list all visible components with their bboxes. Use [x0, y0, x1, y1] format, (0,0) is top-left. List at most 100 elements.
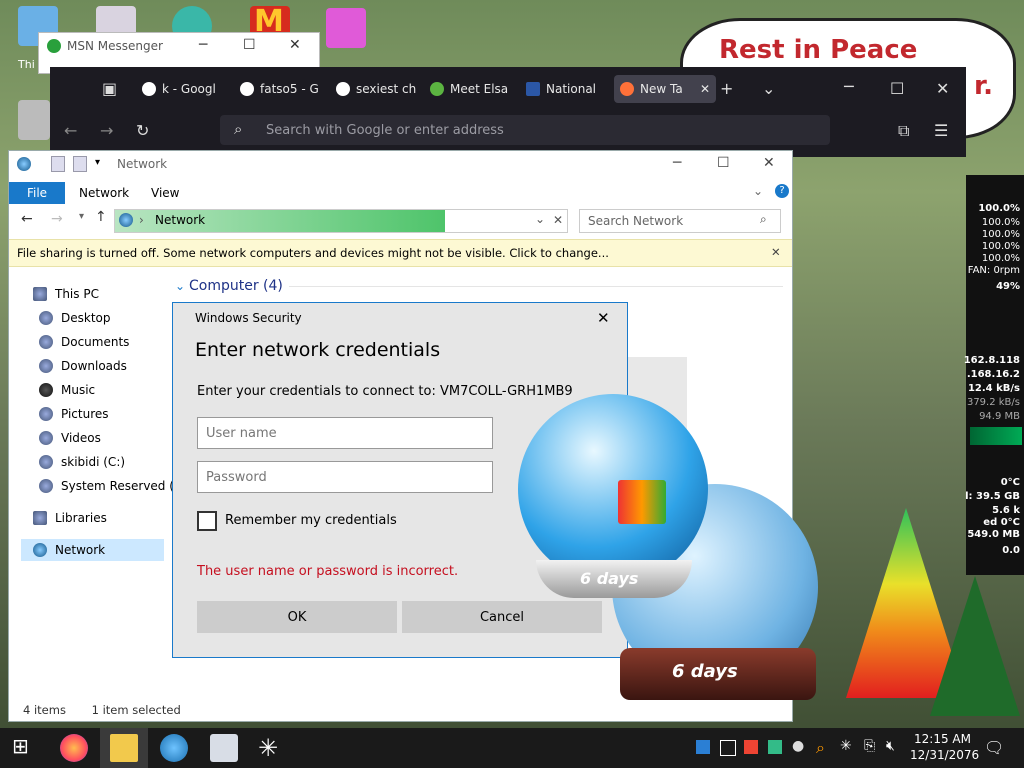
tab-3[interactable]: sexiest ch [336, 75, 416, 103]
desktop-icon-5[interactable] [326, 8, 366, 48]
quick-access-dropdown-icon[interactable]: ▾ [95, 157, 100, 168]
search-tray-icon[interactable]: ⌕ [816, 738, 825, 758]
forward-icon[interactable]: → [51, 211, 63, 227]
reload-icon[interactable]: ↻ [136, 121, 149, 140]
start-icon[interactable]: ⊞ [12, 734, 40, 762]
remember-credentials-label[interactable]: Remember my credentials [225, 513, 397, 528]
tab-4[interactable]: Meet Elsa [430, 75, 512, 103]
nav-libraries[interactable]: Libraries [33, 508, 107, 528]
gadget-value: 5.6 k [992, 505, 1020, 516]
volume-muted-icon[interactable]: 🔇︎ [886, 738, 895, 754]
search-icon: ⌕ [760, 212, 767, 226]
clear-address-icon[interactable]: ✕ [553, 213, 563, 227]
chevron-down-icon[interactable]: ⌄ [535, 212, 545, 226]
taskbar: ⊞ ✳ ● ⌕ ✳ ⎘ 🔇︎ 12:15 AM 12/31/2076 🗨︎ [0, 728, 1024, 768]
gadget-value: 0°C [1000, 477, 1020, 488]
close-button[interactable]: ✕ [936, 79, 949, 98]
videos-icon [39, 431, 53, 445]
tray-icon[interactable] [696, 740, 710, 754]
username-field[interactable]: User name [197, 417, 493, 449]
dialog-prompt: Enter your credentials to connect to: VM… [197, 384, 573, 399]
clock-time[interactable]: 12:15 AM [914, 732, 971, 746]
firefox-window[interactable]: ▣ k - Googl fatso5 - G sexiest ch Meet E… [50, 67, 966, 157]
cancel-button[interactable]: Cancel [402, 601, 602, 633]
nav-documents[interactable]: Documents [39, 332, 129, 352]
desktop-icon-6[interactable] [18, 100, 50, 140]
nav-music[interactable]: Music [39, 380, 95, 400]
password-field[interactable]: Password [197, 461, 493, 493]
chevron-down-icon[interactable]: ⌄ [762, 79, 775, 98]
gadget-value: .168.16.2 [966, 369, 1020, 380]
new-folder-icon[interactable] [73, 156, 87, 172]
close-icon[interactable]: ✕ [771, 245, 781, 259]
group-chevron-icon[interactable]: ⌄ [175, 279, 185, 293]
back-icon[interactable]: ← [64, 121, 77, 140]
nav-downloads[interactable]: Downloads [39, 356, 127, 376]
properties-icon[interactable] [51, 156, 65, 172]
help-icon[interactable]: ? [775, 184, 789, 198]
app-taskbar-icon[interactable] [210, 734, 238, 762]
maximize-button[interactable]: ☐ [890, 79, 904, 98]
up-icon[interactable]: ↑ [95, 209, 107, 225]
this-pc-icon [33, 287, 47, 301]
address-bar[interactable]: › Network ⌄ ✕ [114, 209, 568, 233]
tab-new-tab[interactable]: New Ta ✕ [614, 75, 716, 103]
tab-list-icon[interactable]: ▣ [102, 79, 117, 98]
minimize-button[interactable]: ─ [199, 37, 207, 53]
expand-ribbon-icon[interactable]: ⌄ [753, 184, 763, 198]
close-button[interactable]: ✕ [597, 309, 610, 327]
menu-icon[interactable]: ☰ [934, 121, 948, 140]
ribbon-tab-network[interactable]: Network [79, 182, 129, 204]
nav-drive-c[interactable]: skibidi (C:) [39, 452, 125, 472]
droplet-icon[interactable]: ● [792, 738, 804, 754]
recent-locations-icon[interactable]: ▾ [79, 211, 84, 222]
gadget-value: 162.8.118 [963, 355, 1020, 366]
tray-icon[interactable] [720, 740, 736, 756]
ok-button[interactable]: OK [197, 601, 397, 633]
google-icon [240, 82, 254, 96]
gadget-value: 549.0 MB [967, 529, 1020, 540]
new-tab-button[interactable]: + [720, 79, 733, 98]
tray-icon[interactable] [768, 740, 782, 754]
ribbon-tab-view[interactable]: View [151, 182, 179, 204]
nav-drive-e[interactable]: System Reserved (E: [39, 476, 186, 496]
minimize-button[interactable]: ─ [673, 155, 681, 171]
clock-date[interactable]: 12/31/2076 [910, 748, 979, 762]
remember-credentials-checkbox[interactable] [197, 511, 217, 531]
pictures-icon [39, 407, 53, 421]
notification-icon[interactable]: 🗨︎ [984, 738, 1004, 757]
firefox-taskbar-icon[interactable] [60, 734, 88, 762]
tab-1[interactable]: k - Googl [142, 75, 220, 103]
maximize-button[interactable]: ☐ [717, 155, 730, 171]
network-tray-icon[interactable]: ⎘ [864, 738, 875, 754]
nav-network[interactable]: Network [33, 540, 105, 560]
snowflake-taskbar-icon[interactable]: ✳ [258, 734, 286, 762]
snowflake-tray-icon[interactable]: ✳ [840, 738, 852, 754]
breadcrumb-network[interactable]: Network [155, 213, 205, 227]
minimize-button[interactable]: ─ [844, 77, 854, 96]
msn-taskbar-icon[interactable] [160, 734, 188, 762]
forward-icon[interactable]: → [100, 121, 113, 140]
tab-2[interactable]: fatso5 - G [240, 75, 318, 103]
maximize-button[interactable]: ☐ [243, 37, 256, 53]
url-bar[interactable]: ⌕ Search with Google or enter address [220, 115, 830, 145]
nav-pictures[interactable]: Pictures [39, 404, 109, 424]
nav-videos[interactable]: Videos [39, 428, 101, 448]
close-button[interactable]: ✕ [289, 37, 301, 53]
file-explorer-taskbar-icon[interactable] [110, 734, 138, 762]
tray-icon[interactable] [744, 740, 758, 754]
item-count: 4 items [23, 703, 66, 717]
group-header-divider [289, 286, 783, 287]
back-icon[interactable]: ← [21, 211, 33, 227]
search-input[interactable]: Search Network ⌕ [579, 209, 781, 233]
tab-5[interactable]: National [526, 75, 606, 103]
group-header[interactable]: Computer (4) [189, 278, 283, 294]
nav-desktop[interactable]: Desktop [39, 308, 111, 328]
network-globe-icon [33, 543, 47, 557]
ribbon-tab-file[interactable]: File [9, 182, 65, 204]
close-button[interactable]: ✕ [763, 155, 775, 171]
extensions-icon[interactable]: ⧉ [898, 121, 909, 141]
close-tab-icon[interactable]: ✕ [700, 82, 710, 96]
file-sharing-infobar[interactable]: File sharing is turned off. Some network… [9, 239, 792, 267]
nav-this-pc[interactable]: This PC [33, 284, 99, 304]
